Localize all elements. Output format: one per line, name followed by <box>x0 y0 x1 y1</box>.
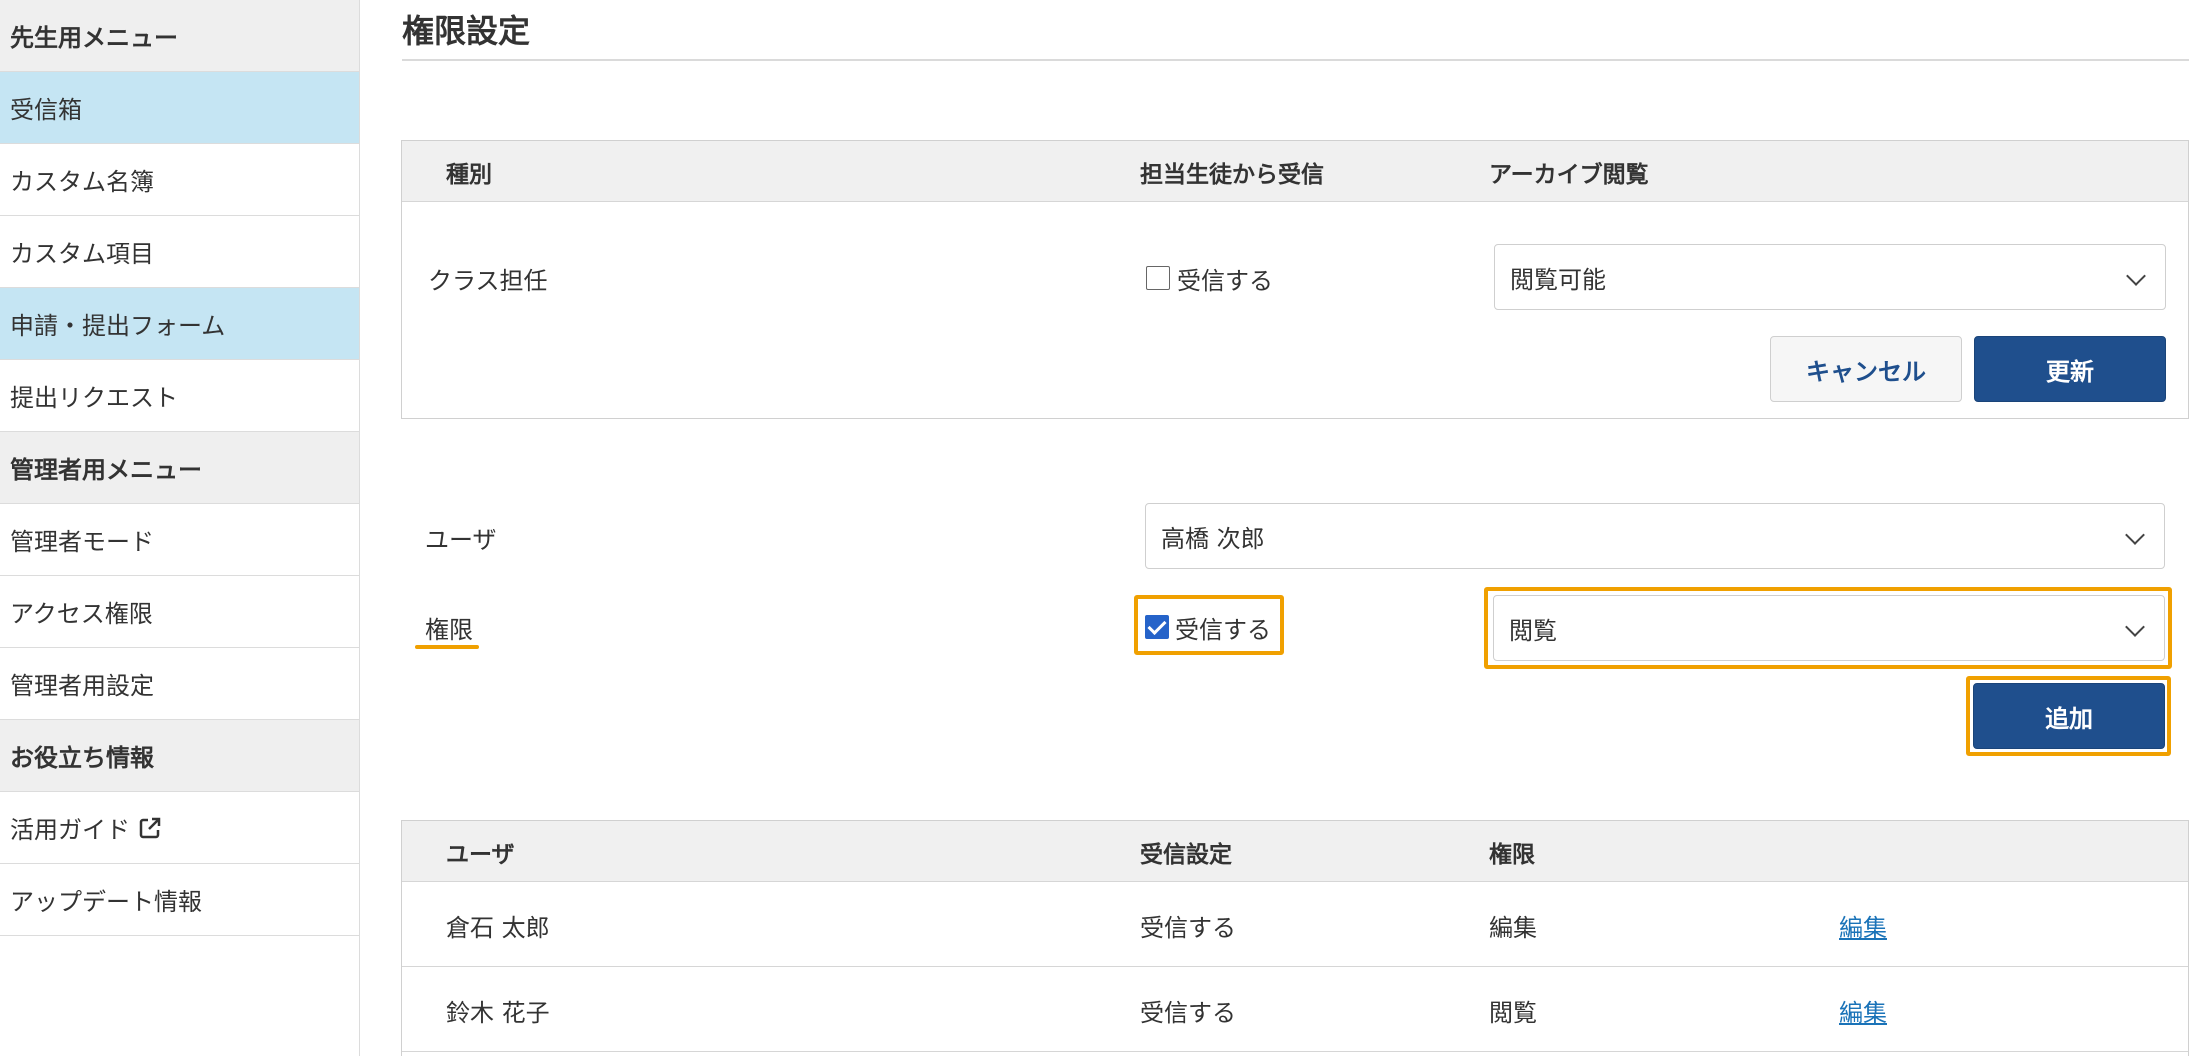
cell-receive: 受信する <box>1140 914 1236 942</box>
table-row: 倉石 太郎 受信する 編集 編集 <box>402 882 2188 967</box>
cell-user: 鈴木 花子 <box>446 999 550 1027</box>
sidebar-item-application-forms[interactable]: 申請・提出フォーム <box>0 288 359 360</box>
header-permission: 権限 <box>1489 842 1535 868</box>
class-receive-checkbox[interactable] <box>1146 266 1170 290</box>
title-divider <box>402 59 2189 61</box>
external-link-icon <box>139 817 161 838</box>
header-receive-setting: 受信設定 <box>1140 842 1232 868</box>
class-receive-label[interactable]: 受信する <box>1177 261 1273 296</box>
chevron-down-icon <box>2126 266 2146 286</box>
cell-permission: 閲覧 <box>1489 999 1537 1027</box>
sidebar-item-inbox[interactable]: 受信箱 <box>0 72 359 144</box>
sidebar-item-label: 管理者用設定 <box>10 672 154 700</box>
permission-label-highlight <box>415 645 479 649</box>
sidebar-item-label: 提出リクエスト <box>10 384 178 412</box>
cell-receive: 受信する <box>1140 999 1236 1027</box>
sidebar-item-label: 活用ガイド <box>10 816 130 844</box>
add-receive-checkbox[interactable] <box>1145 615 1169 639</box>
header-archive: アーカイブ閲覧 <box>1489 162 1649 188</box>
sidebar-item-label: 管理者モード <box>10 528 154 556</box>
sidebar-item-label: アップデート情報 <box>10 888 202 916</box>
header-receive: 担当生徒から受信 <box>1140 162 1324 188</box>
sidebar-item-label: アクセス権限 <box>10 600 153 628</box>
archive-select[interactable]: 閲覧可能 <box>1494 244 2166 310</box>
sidebar: 先生用メニュー 受信箱 カスタム名簿 カスタム項目 申請・提出フォーム 提出リク… <box>0 0 360 1056</box>
user-select-value: 高橋 次郎 <box>1161 524 1265 553</box>
sidebar-header-useful-info: お役立ち情報 <box>0 720 359 792</box>
panel-header: 種別 担当生徒から受信 アーカイブ閲覧 <box>402 141 2188 202</box>
cell-permission: 編集 <box>1489 914 1537 942</box>
chevron-down-icon <box>2125 617 2145 637</box>
header-user: ユーザ <box>446 842 515 868</box>
add-receive-label[interactable]: 受信する <box>1175 610 1271 645</box>
sidebar-item-custom-roster[interactable]: カスタム名簿 <box>0 144 359 216</box>
sidebar-item-label: 申請・提出フォーム <box>10 312 226 340</box>
sidebar-item-label: カスタム名簿 <box>10 168 154 196</box>
update-button[interactable]: 更新 <box>1974 336 2166 402</box>
sidebar-header-teacher-menu: 先生用メニュー <box>0 0 359 72</box>
chevron-down-icon <box>2125 525 2145 545</box>
sidebar-item-update-info[interactable]: アップデート情報 <box>0 864 359 936</box>
sidebar-item-custom-fields[interactable]: カスタム項目 <box>0 216 359 288</box>
sidebar-item-submission-requests[interactable]: 提出リクエスト <box>0 360 359 432</box>
sidebar-item-access-permissions[interactable]: アクセス権限 <box>0 576 359 648</box>
sidebar-item-usage-guide[interactable]: 活用ガイド <box>0 792 359 864</box>
user-permission-table: ユーザ 受信設定 権限 倉石 太郎 受信する 編集 編集 鈴木 花子 受信する … <box>401 820 2189 1056</box>
permission-select-value: 閲覧 <box>1509 616 1557 645</box>
cancel-button[interactable]: キャンセル <box>1770 336 1962 402</box>
cell-user: 倉石 太郎 <box>446 914 550 942</box>
header-type: 種別 <box>446 162 492 188</box>
table-row: 鈴木 花子 受信する 閲覧 編集 <box>402 967 2188 1052</box>
sidebar-item-admin-mode[interactable]: 管理者モード <box>0 504 359 576</box>
edit-link[interactable]: 編集 <box>1839 908 1887 943</box>
page-title: 権限設定 <box>402 12 531 50</box>
sidebar-item-label: 管理者用メニュー <box>10 456 202 484</box>
edit-link[interactable]: 編集 <box>1839 993 1887 1028</box>
permission-label: 権限 <box>425 616 473 644</box>
class-permission-panel: 種別 担当生徒から受信 アーカイブ閲覧 クラス担任 受信する 閲覧可能 キャンセ… <box>401 140 2189 419</box>
sidebar-item-label: 受信箱 <box>10 96 82 124</box>
sidebar-item-label: 先生用メニュー <box>10 24 178 52</box>
row-label-class-teacher: クラス担任 <box>428 267 548 295</box>
permission-select[interactable]: 閲覧 <box>1493 595 2165 661</box>
sidebar-item-label: カスタム項目 <box>10 240 154 268</box>
sidebar-item-label: お役立ち情報 <box>10 744 154 772</box>
user-select[interactable]: 高橋 次郎 <box>1145 503 2165 569</box>
add-button[interactable]: 追加 <box>1973 683 2165 749</box>
archive-select-value: 閲覧可能 <box>1510 265 1606 294</box>
table-header: ユーザ 受信設定 権限 <box>402 821 2188 882</box>
sidebar-item-admin-settings[interactable]: 管理者用設定 <box>0 648 359 720</box>
user-label: ユーザ <box>425 526 497 554</box>
sidebar-header-admin-menu: 管理者用メニュー <box>0 432 359 504</box>
